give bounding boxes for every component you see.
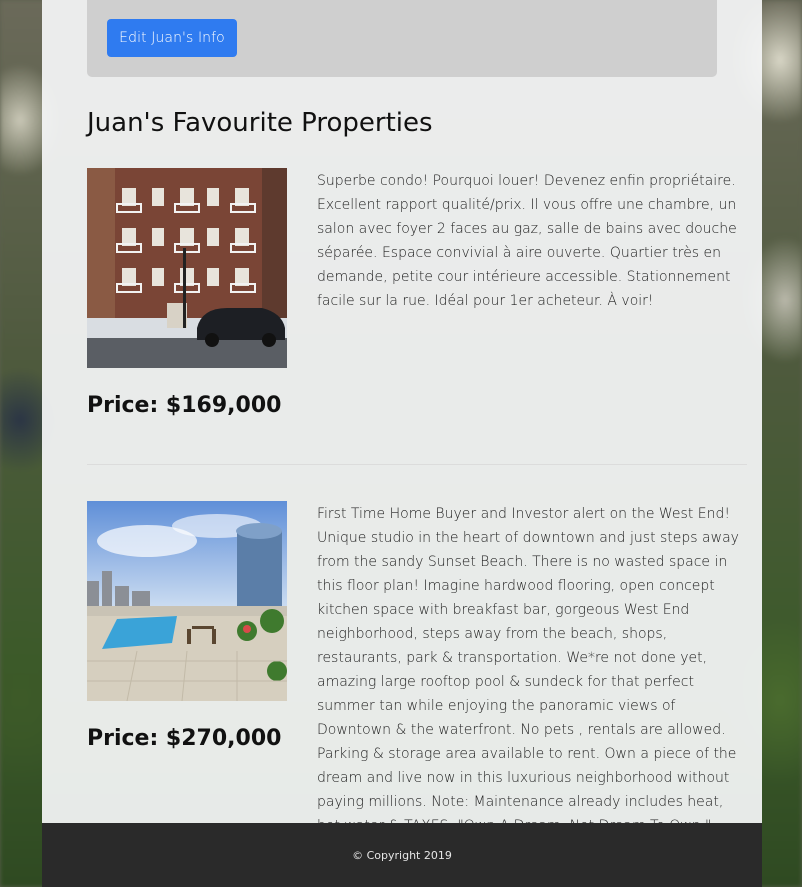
copyright-text: © Copyright 2019 — [352, 849, 452, 862]
property-divider — [87, 464, 747, 465]
footer: © Copyright 2019 — [42, 823, 762, 887]
property-description-2: First Time Home Buyer and Investor alert… — [317, 506, 739, 834]
agent-jumbotron: Edit Juan's Info — [87, 0, 717, 77]
edit-agent-button[interactable]: Edit Juan's Info — [107, 19, 237, 57]
property-description-1: Superbe condo! Pourquoi louer! Devenez e… — [317, 173, 737, 309]
property-image-1[interactable] — [87, 168, 287, 368]
main-content: Edit Juan's Info Juan's Favourite Proper… — [42, 0, 762, 887]
property-image-2[interactable] — [87, 501, 287, 701]
favourites-title: Juan's Favourite Properties — [87, 108, 433, 138]
property-price-1: Price: $169,000 — [87, 393, 282, 418]
rooftop-pool-photo — [87, 501, 287, 701]
property-price-2: Price: $270,000 — [87, 726, 282, 751]
condo-building-photo — [87, 168, 287, 368]
